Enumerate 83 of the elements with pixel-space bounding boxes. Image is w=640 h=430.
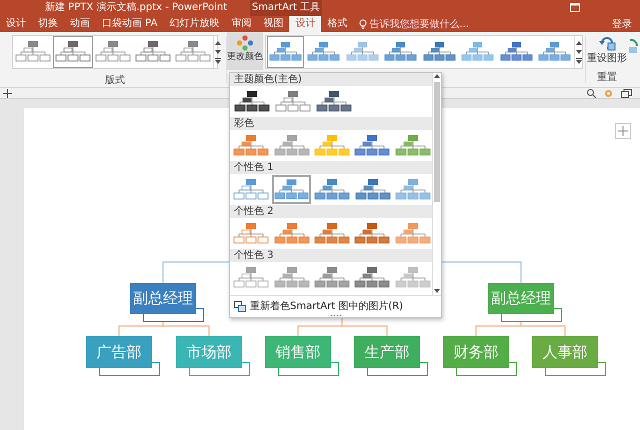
gallery-more-icon[interactable] — [214, 58, 222, 64]
section-header: 个性色 3 — [230, 249, 432, 262]
ribbon-tab[interactable]: 口袋动画 PA — [96, 16, 164, 32]
color-option[interactable] — [272, 175, 312, 204]
org-chart-thumbnail-icon — [274, 222, 310, 246]
ribbon-tab[interactable]: 设计 — [289, 16, 322, 32]
org-chart-thumbnail-icon — [274, 178, 310, 202]
gear-icon[interactable] — [604, 88, 613, 98]
scroll-up-icon[interactable] — [433, 73, 441, 80]
org-chart-thumbnail-icon — [394, 266, 431, 290]
section-header: 个性色 2 — [230, 205, 432, 218]
ribbon-tab[interactable]: 格式 — [321, 16, 354, 32]
org-chart-thumbnail-icon — [274, 90, 310, 114]
group-label: 版式 — [104, 74, 126, 88]
org-chart-node: 副总经理 — [130, 283, 196, 314]
ribbon-tab[interactable]: 切换 — [32, 16, 64, 32]
org-chart-thumbnail-icon — [274, 134, 310, 158]
color-dots-icon — [236, 35, 254, 51]
add-slide-icon[interactable] — [615, 123, 631, 139]
section-header: 个性色 1 — [230, 161, 432, 174]
scroll-down-icon[interactable] — [433, 288, 441, 295]
org-chart-thumbnail-icon — [233, 222, 270, 246]
org-chart-thumbnail-icon — [316, 90, 352, 114]
org-chart-thumbnail-icon — [354, 178, 391, 202]
org-chart-thumbnail-icon — [394, 178, 431, 202]
org-chart-node: 生产部 — [354, 336, 420, 368]
org-chart-node: 人事部 — [532, 336, 598, 368]
org-chart-thumbnail-icon — [314, 178, 350, 202]
org-chart-thumbnail-icon — [354, 222, 390, 246]
org-chart-thumbnail-icon — [234, 90, 270, 114]
tell-me-field[interactable]: 告诉我您想要做什么... — [367, 16, 488, 32]
ribbon-tab[interactable]: 视图 — [257, 16, 290, 32]
lightbulb-icon — [359, 19, 368, 29]
org-chart-node: 广告部 — [86, 336, 152, 368]
org-chart-thumbnail-icon — [95, 40, 131, 64]
recolor-pictures-icon — [234, 301, 246, 312]
resize-grip-icon[interactable] — [330, 314, 342, 317]
org-chart-thumbnail-icon — [15, 40, 51, 64]
gallery-scroll-up-icon[interactable] — [574, 40, 582, 46]
context-tab-group-label: SmartArt 工具 — [250, 0, 322, 16]
add-icon[interactable] — [3, 88, 12, 98]
ribbon-tab[interactable]: 设计 — [0, 16, 32, 32]
recolor-pictures-menu-item[interactable]: 重新着色SmartArt 图中的图片(R) — [250, 299, 404, 314]
window-title: 新建 PPTX 演示文稿.pptx - PowerPoint — [45, 0, 228, 15]
scrollbar-thumb[interactable] — [434, 82, 440, 202]
org-chart-thumbnail-icon — [55, 40, 91, 64]
gallery-scroll-up-icon[interactable] — [214, 40, 222, 46]
zoom-icon[interactable] — [587, 88, 596, 98]
org-chart-node: 市场部 — [176, 336, 242, 368]
restore-window-icon[interactable] — [570, 3, 580, 12]
ribbon-tab[interactable]: 审阅 — [225, 16, 258, 32]
org-chart-thumbnail-icon — [354, 266, 390, 290]
org-chart-thumbnail-icon — [135, 40, 171, 64]
org-chart-thumbnail-icon — [314, 266, 350, 290]
ribbon-tab[interactable]: 幻灯片放映 — [163, 16, 226, 32]
section-header: 主题颜色(主色) — [230, 73, 432, 86]
group-label: 重置 — [597, 70, 617, 85]
org-chart-thumbnail-icon — [233, 266, 270, 290]
style-option[interactable] — [266, 36, 304, 68]
layout-option[interactable] — [53, 36, 93, 68]
reset-graphic-button[interactable]: 重设图形 — [587, 32, 627, 70]
org-chart-thumbnail-icon — [394, 134, 431, 158]
org-chart-thumbnail-icon — [314, 134, 350, 158]
org-chart-thumbnail-icon — [233, 178, 270, 202]
ribbon-tab[interactable]: 动画 — [64, 16, 96, 32]
org-chart-thumbnail-icon — [233, 134, 270, 158]
org-chart-thumbnail-icon — [175, 40, 211, 64]
section-header: 彩色 — [230, 117, 432, 130]
org-chart-thumbnail-icon — [314, 222, 350, 246]
window-icon[interactable] — [621, 88, 632, 98]
gallery-scroll-down-icon[interactable] — [574, 49, 582, 55]
gallery-more-icon[interactable] — [574, 58, 582, 64]
org-chart-node: 财务部 — [443, 336, 509, 368]
change-colors-button[interactable]: 更改颜色 — [227, 32, 263, 70]
convert-icon — [628, 38, 638, 54]
sign-in-link[interactable]: 登录 — [612, 16, 632, 32]
org-chart-thumbnail-icon — [394, 222, 431, 246]
reset-icon — [598, 35, 616, 51]
gallery-scroll-down-icon[interactable] — [214, 49, 222, 55]
org-chart-node: 销售部 — [265, 336, 331, 368]
org-chart-thumbnail-icon — [274, 266, 310, 290]
org-chart-thumbnail-icon — [354, 134, 390, 158]
org-chart-node: 副总经理 — [488, 283, 554, 314]
